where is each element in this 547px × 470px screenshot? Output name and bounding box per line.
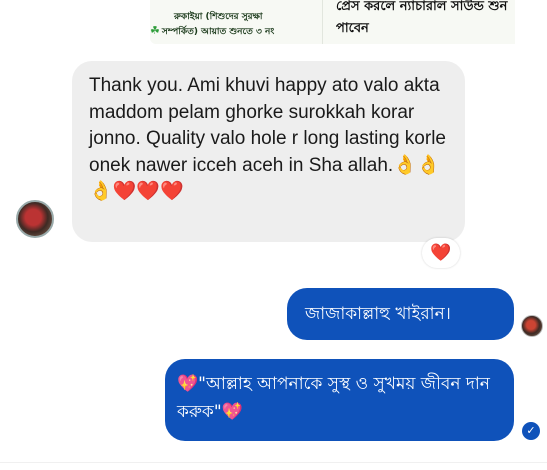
avatar-icon[interactable] (16, 200, 54, 238)
reaction-emoji: ❤️ (430, 243, 452, 263)
shared-image-divider (322, 0, 323, 44)
shared-image-left-line-1: রুকাইয়া (শিশুদের সুরক্ষা (174, 12, 263, 22)
outgoing-message-text: 💖"আল্লাহ আপনাকে সুস্থ ও সুখময় জীবন দান … (177, 374, 490, 422)
seen-avatar-icon (521, 315, 543, 337)
shared-image-right-line-1: প্রেস করলে ন্যাচারাল সাউন্ড শুন (336, 0, 508, 14)
incoming-message-text: Thank you. Ami khuvi happy ato valo akta… (89, 75, 446, 202)
heart-icon[interactable]: ❤️ (422, 238, 460, 268)
outgoing-message-bubble[interactable]: জাজাকাল্লাহু খাইরান। (287, 288, 514, 340)
shared-image-right-line-2: পাবেন (336, 21, 369, 36)
outgoing-message-bubble[interactable]: 💖"আল্লাহ আপনাকে সুস্থ ও সুখময় জীবন দান … (165, 359, 514, 441)
leaf-icon: ☘ (150, 24, 160, 37)
incoming-message-bubble[interactable]: Thank you. Ami khuvi happy ato valo akta… (72, 61, 465, 242)
shared-image-left-text: রুকাইয়া (শিশুদের সুরক্ষা ☘ সম্পর্কিত) আয… (150, 10, 305, 39)
shared-image-right-text: প্রেস করলে ন্যাচারাল সাউন্ড শুন পাবেন (336, 0, 515, 40)
check-circle-icon: ✓ (522, 422, 540, 440)
shared-image-preview[interactable]: রুকাইয়া (শিশুদের সুরক্ষা ☘ সম্পর্কিত) আয… (150, 0, 515, 44)
shared-image-left-line-2: সম্পর্কিত) আয়াত শুনতে ৩ নং (161, 27, 275, 37)
outgoing-message-text: জাজাকাল্লাহু খাইরান। (305, 304, 451, 324)
